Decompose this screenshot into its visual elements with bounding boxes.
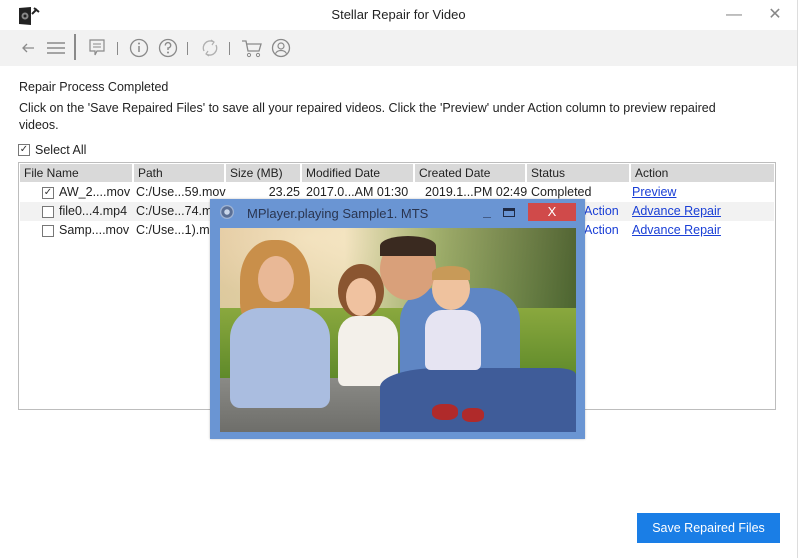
video-figure bbox=[346, 278, 376, 316]
update-button[interactable] bbox=[198, 36, 222, 60]
cell-path: C:/Use...1).m bbox=[136, 223, 210, 237]
column-header-status[interactable]: Status bbox=[527, 164, 631, 182]
mplayer-close-button[interactable]: X bbox=[528, 203, 576, 221]
video-figure bbox=[432, 266, 470, 280]
column-header-path[interactable]: Path bbox=[134, 164, 226, 182]
toolbar bbox=[0, 30, 797, 66]
toolbar-separator bbox=[117, 42, 118, 55]
video-figure bbox=[258, 256, 294, 302]
minimize-button[interactable]: — bbox=[722, 4, 746, 26]
column-header-created-date[interactable]: Created Date bbox=[415, 164, 527, 182]
video-figure bbox=[380, 236, 436, 256]
info-button[interactable] bbox=[128, 36, 150, 60]
advance-repair-link[interactable]: Advance Repair bbox=[632, 202, 721, 221]
mplayer-title: MPlayer.playing Sample1. MTS bbox=[247, 206, 429, 221]
close-button[interactable]: ✕ bbox=[763, 4, 787, 26]
video-figure bbox=[425, 310, 481, 370]
instructions-text: Click on the 'Save Repaired Files' to sa… bbox=[19, 101, 716, 132]
account-button[interactable] bbox=[270, 36, 292, 60]
report-icon bbox=[89, 39, 105, 56]
column-header-modified-date[interactable]: Modified Date bbox=[302, 164, 415, 182]
title-bar: Stellar Repair for Video — ✕ bbox=[0, 0, 797, 30]
preview-link[interactable]: Preview bbox=[632, 183, 676, 202]
column-header-file-name[interactable]: File Name bbox=[20, 164, 134, 182]
video-figure bbox=[230, 308, 330, 408]
toolbar-separator bbox=[229, 42, 230, 55]
cell-file-name: file0...4.mp4 bbox=[59, 204, 128, 218]
hamburger-menu-icon bbox=[47, 42, 65, 54]
help-button[interactable] bbox=[157, 36, 179, 60]
menu-button[interactable] bbox=[44, 36, 68, 60]
table-header: File Name Path Size (MB) Modified Date C… bbox=[20, 164, 774, 182]
column-header-action[interactable]: Action bbox=[631, 164, 774, 182]
cell-status: Action bbox=[584, 204, 619, 218]
mplayer-maximize-button[interactable] bbox=[503, 208, 515, 217]
row-checkbox[interactable] bbox=[42, 225, 54, 237]
user-icon bbox=[271, 38, 291, 58]
column-header-size[interactable]: Size (MB) bbox=[226, 164, 302, 182]
window-title: Stellar Repair for Video bbox=[331, 7, 466, 22]
cell-file-name: Samp....mov bbox=[59, 223, 130, 237]
advance-repair-link[interactable]: Advance Repair bbox=[632, 221, 721, 240]
back-button[interactable] bbox=[18, 36, 38, 60]
video-figure bbox=[462, 408, 484, 422]
cell-path: C:/Use...74.m bbox=[136, 204, 213, 218]
window-border bbox=[797, 0, 798, 558]
video-frame[interactable] bbox=[220, 228, 576, 432]
row-checkbox[interactable] bbox=[42, 206, 54, 218]
page-heading: Repair Process Completed bbox=[19, 80, 169, 94]
help-icon bbox=[158, 38, 178, 58]
mplayer-minimize-button[interactable]: _ bbox=[480, 203, 494, 219]
save-report-button[interactable] bbox=[86, 36, 108, 60]
cell-file-name: AW_2....mov bbox=[59, 185, 131, 199]
refresh-icon bbox=[202, 39, 218, 57]
cell-status: Action bbox=[584, 223, 619, 237]
info-icon bbox=[129, 38, 149, 58]
select-all-label: Select All bbox=[35, 143, 87, 157]
video-figure bbox=[432, 404, 458, 420]
select-all-checkbox[interactable]: ✓ Select All bbox=[18, 143, 86, 157]
row-checkbox[interactable]: ✓ bbox=[42, 187, 54, 199]
cart-icon bbox=[242, 40, 262, 58]
checkbox-icon[interactable]: ✓ bbox=[18, 144, 30, 156]
toolbar-separator bbox=[187, 42, 188, 55]
back-arrow-icon bbox=[22, 43, 34, 53]
mplayer-window[interactable]: MPlayer.playing Sample1. MTS _ X bbox=[210, 199, 585, 439]
toolbar-separator bbox=[74, 34, 76, 60]
video-figure bbox=[380, 368, 576, 432]
buy-button[interactable] bbox=[240, 36, 264, 60]
mplayer-logo-icon bbox=[220, 205, 234, 219]
save-repaired-files-button[interactable]: Save Repaired Files bbox=[637, 513, 780, 543]
